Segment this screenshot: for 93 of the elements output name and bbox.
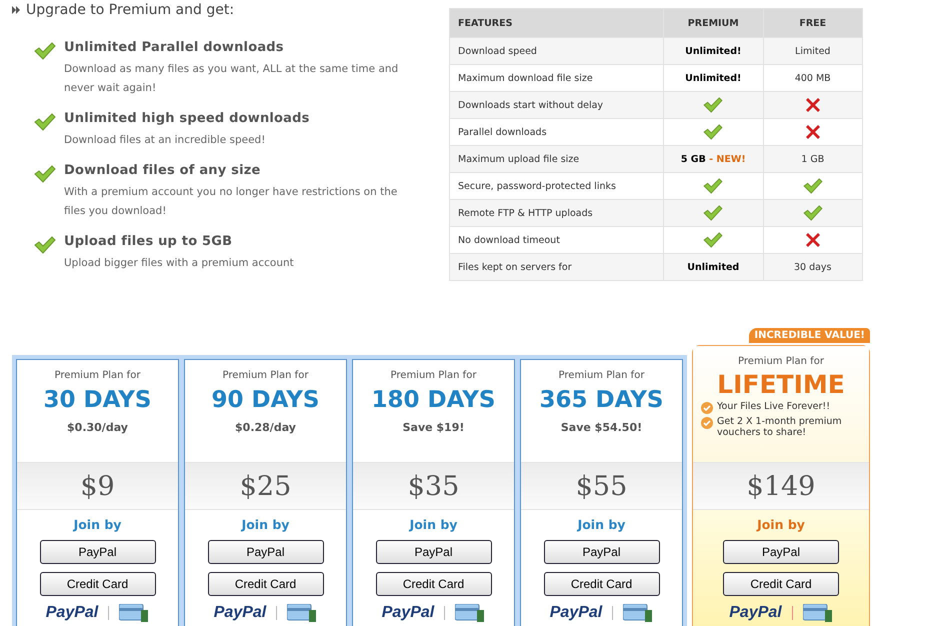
paypal-button[interactable]: PayPal	[376, 540, 492, 564]
paypal-logo: PayPal	[46, 604, 98, 622]
paypal-button[interactable]: PayPal	[544, 540, 660, 564]
perk-text: Your Files Live Forever!!	[717, 401, 830, 412]
table-cell: Unlimited	[687, 262, 740, 272]
column-header: FEATURES	[450, 8, 664, 38]
table-cell: No download timeout	[450, 226, 664, 254]
cross-icon	[806, 233, 820, 247]
intro-heading: Upgrade to Premium and get:	[26, 2, 234, 18]
table-cell: Unlimited!	[685, 46, 742, 56]
benefit-title: Unlimited Parallel downloads	[64, 40, 285, 55]
plan-term: LIFETIME	[716, 370, 846, 399]
credit-card-button[interactable]: Credit Card	[40, 572, 156, 596]
cross-icon	[806, 98, 820, 112]
benefit-description: With a premium account you no longer have restrictions on the files you download!	[64, 185, 398, 219]
benefit-description: Upload bigger files with a premium account	[64, 256, 295, 271]
paypal-logo: PayPal	[382, 604, 434, 622]
cross-icon	[806, 125, 820, 139]
plan-subtitle: $0.28/day	[234, 421, 297, 434]
column-header: FREE	[763, 8, 862, 38]
check-icon	[703, 97, 724, 113]
plan-price: $55	[576, 470, 628, 502]
benefit-title: Unlimited high speed downloads	[64, 111, 311, 126]
benefit-description: Download as many files as you want, ALL at the same time and never wait again!	[64, 62, 400, 96]
check-icon	[34, 165, 56, 183]
table-cell: Remote FTP & HTTP uploads	[450, 200, 664, 226]
check-icon	[34, 236, 56, 254]
join-label: Join by	[757, 517, 805, 532]
credit-card-icon	[802, 604, 833, 622]
check-circle-icon	[701, 402, 713, 414]
check-icon	[802, 205, 823, 221]
check-icon	[34, 113, 56, 131]
check-icon	[703, 232, 724, 248]
credit-card-icon	[119, 604, 150, 622]
value-badge: INCREDIBLE VALUE!	[749, 328, 870, 343]
credit-card-icon	[623, 604, 654, 622]
plan-price: $9	[80, 470, 115, 502]
credit-card-icon	[455, 604, 486, 622]
plan-term: 90 DAYS	[210, 387, 320, 413]
plan-term: 30 DAYS	[42, 387, 152, 413]
join-label: Join by	[410, 517, 458, 532]
join-label: Join by	[242, 517, 290, 532]
plan-subtitle: Save $54.50!	[560, 421, 644, 434]
check-icon	[802, 178, 823, 194]
table-cell: 30 days	[794, 262, 832, 272]
paypal-logo: PayPal	[214, 604, 266, 622]
check-icon	[703, 205, 724, 221]
double-arrow-icon	[12, 6, 21, 14]
plan-term: 180 DAYS	[370, 387, 496, 413]
plan-label: Premium Plan for	[390, 370, 478, 381]
credit-card-button[interactable]: Credit Card	[376, 572, 492, 596]
paypal-button[interactable]: PayPal	[40, 540, 156, 564]
table-cell: Secure, password-protected links	[450, 172, 664, 200]
table-cell: Download speed	[450, 38, 664, 64]
join-label: Join by	[74, 517, 122, 532]
table-cell: Files kept on servers for	[450, 254, 664, 280]
table-cell: Downloads start without delay	[450, 92, 664, 118]
check-icon	[703, 124, 724, 140]
paypal-button[interactable]: PayPal	[723, 540, 839, 564]
table-cell: Parallel downloads	[450, 118, 664, 146]
benefit-title: Download files of any size	[64, 163, 262, 178]
plan-price: $35	[408, 470, 460, 502]
table-cell: 1 GB	[801, 154, 824, 164]
benefit-description: Download files at an incredible speed!	[64, 133, 266, 148]
table-cell: 400 MB	[794, 72, 831, 84]
plan-subtitle: Save $19!	[402, 421, 466, 434]
table-cell: 5 GB - NEW!	[680, 154, 746, 164]
benefit-title: Upload files up to 5GB	[64, 234, 234, 249]
plan-subtitle: $0.30/day	[66, 421, 129, 434]
table-cell: Limited	[795, 46, 830, 56]
table-cell: Maximum upload file size	[450, 146, 664, 172]
plan-label: Premium Plan for	[737, 356, 825, 367]
check-circle-icon	[701, 417, 713, 429]
plan-label: Premium Plan for	[54, 370, 142, 381]
paypal-logo: PayPal	[550, 604, 602, 622]
plan-label: Premium Plan for	[222, 370, 310, 381]
plan-term: 365 DAYS	[538, 387, 664, 413]
paypal-button[interactable]: PayPal	[208, 540, 324, 564]
plan-price: $25	[240, 470, 292, 502]
paypal-logo: PayPal	[729, 604, 782, 622]
credit-card-button[interactable]: Credit Card	[723, 572, 839, 596]
credit-card-button[interactable]: Credit Card	[208, 572, 324, 596]
column-header: PREMIUM	[664, 8, 763, 38]
perk-text: Get 2 X 1-month premium vouchers to share!	[717, 416, 843, 438]
credit-card-button[interactable]: Credit Card	[544, 572, 660, 596]
join-label: Join by	[578, 517, 626, 532]
table-cell: Maximum download file size	[450, 64, 664, 92]
plan-label: Premium Plan for	[558, 370, 646, 381]
credit-card-icon	[287, 604, 318, 622]
table-cell: Unlimited!	[685, 72, 742, 84]
plan-price: $149	[746, 470, 816, 502]
check-icon	[703, 178, 724, 194]
check-icon	[34, 42, 56, 60]
